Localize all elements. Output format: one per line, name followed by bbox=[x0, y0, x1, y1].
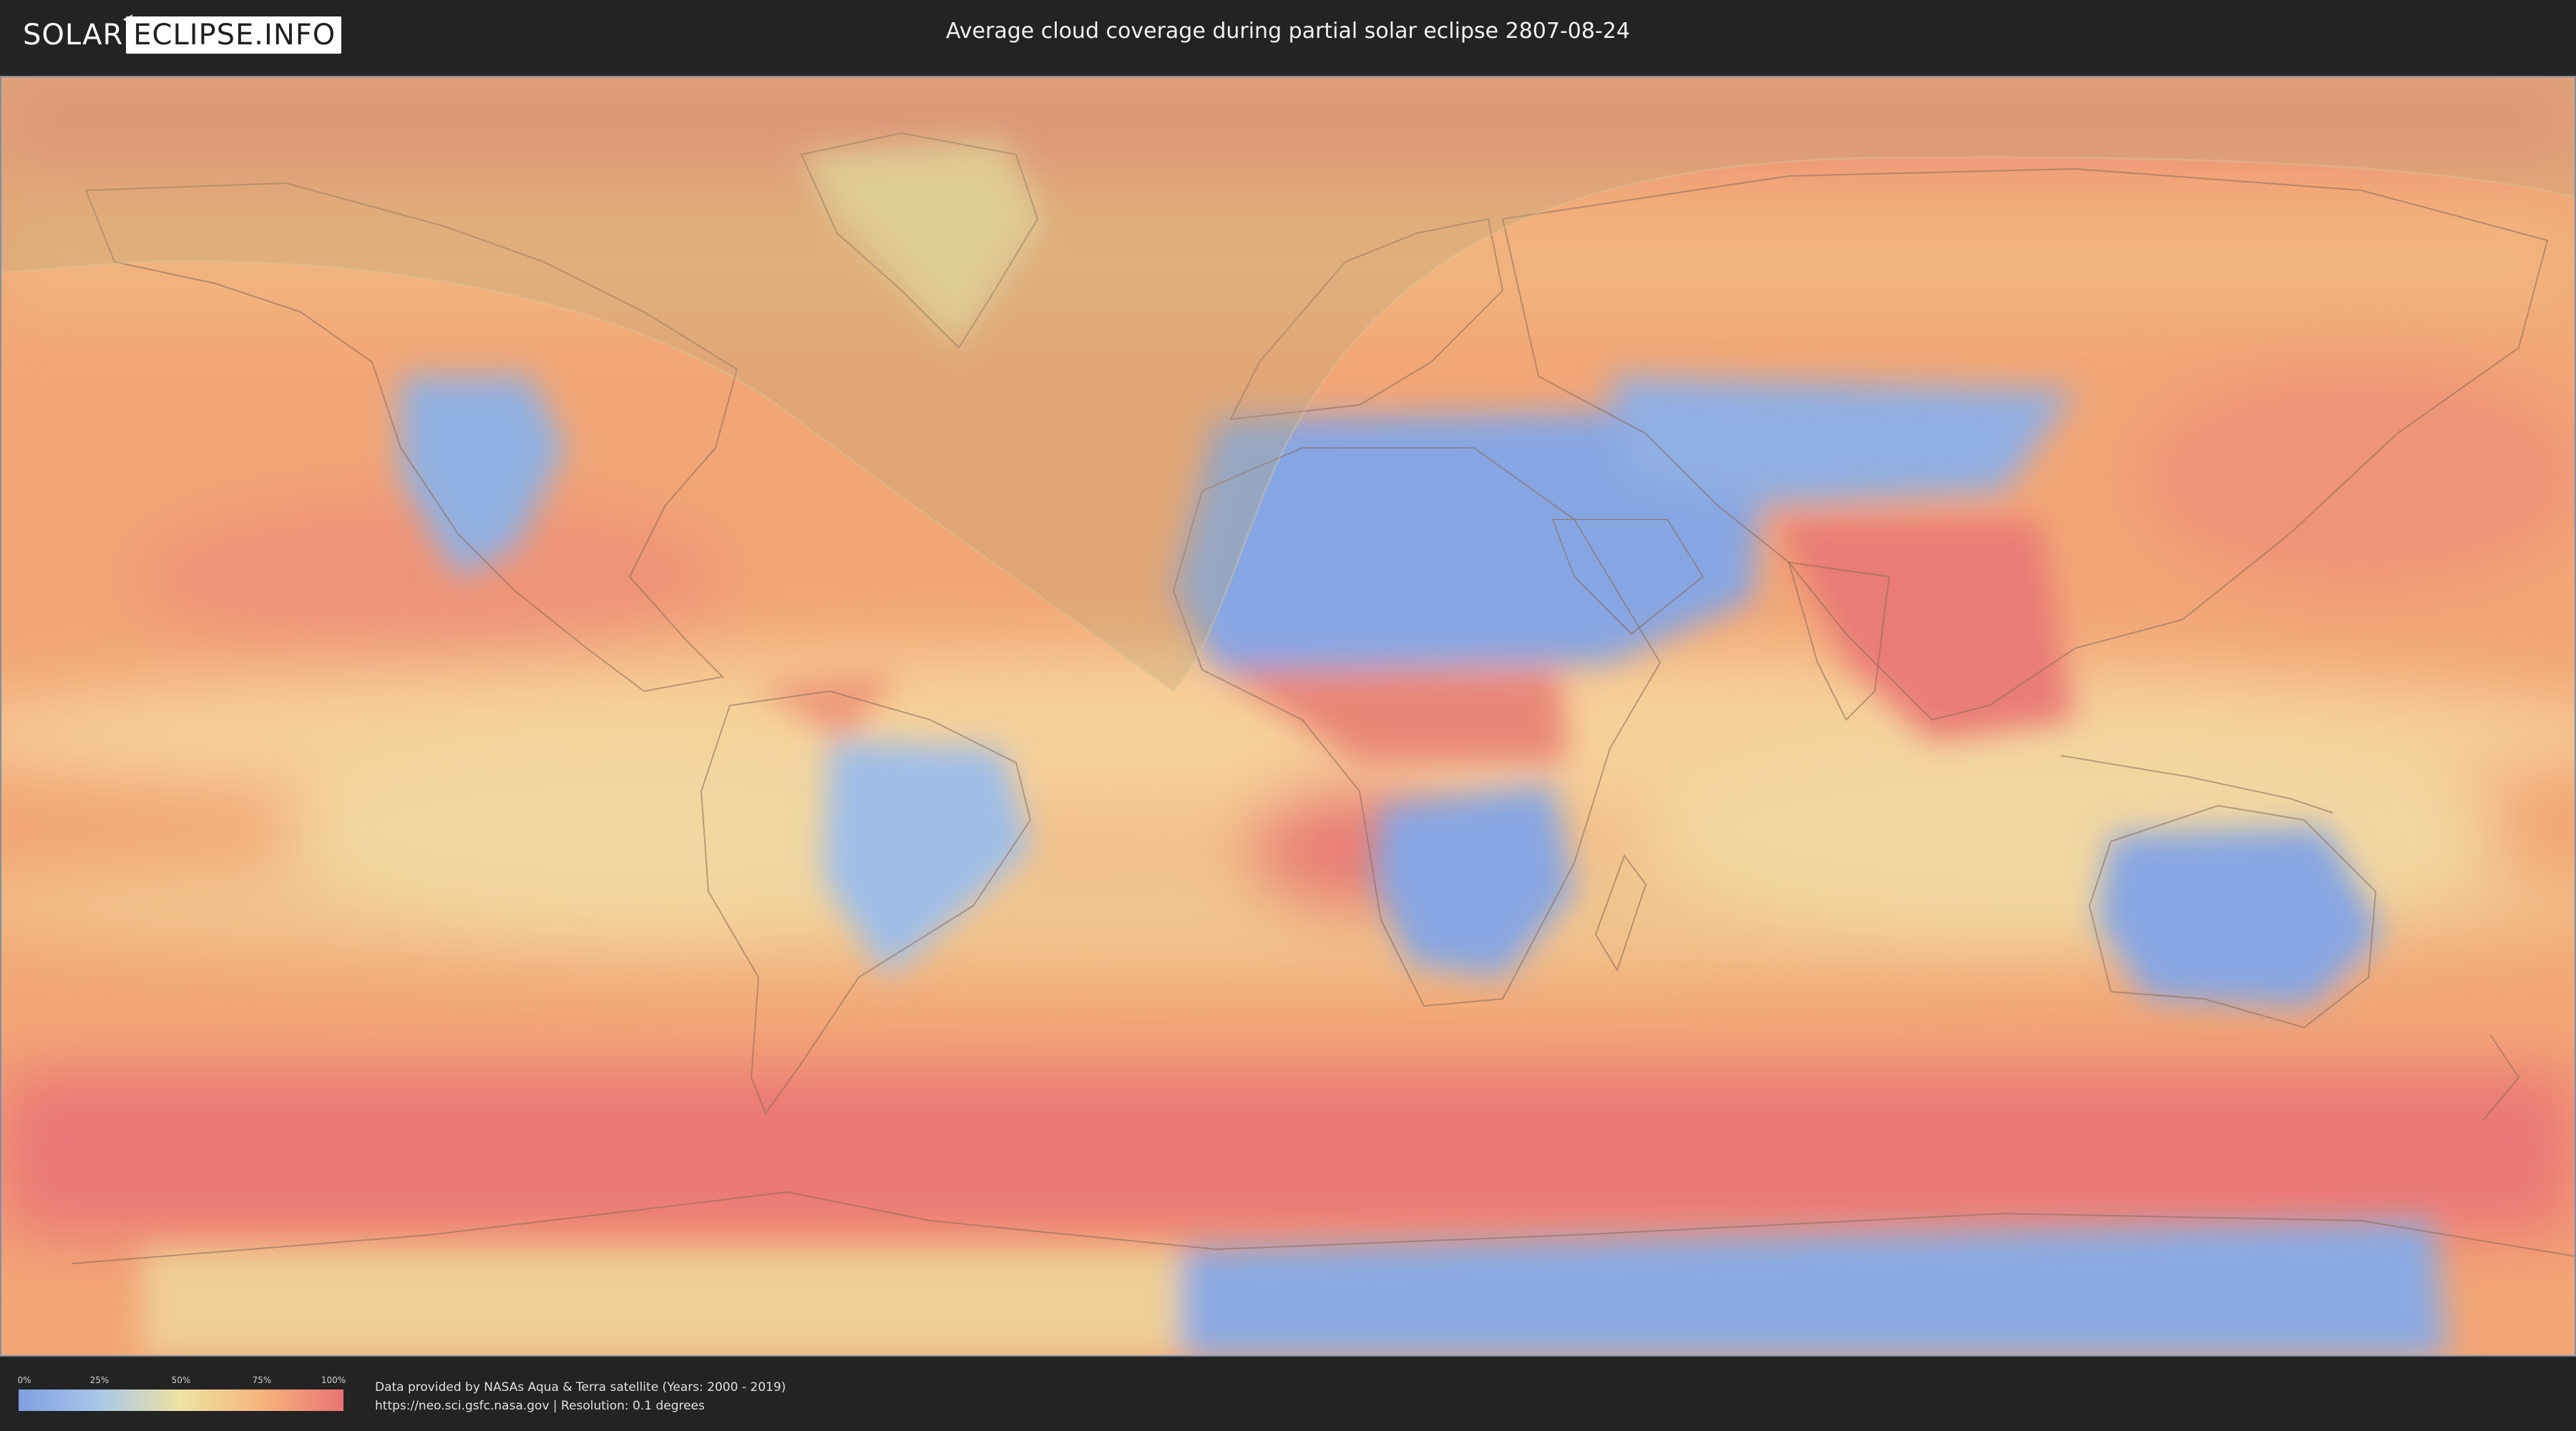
world-map-svg bbox=[0, 76, 2576, 1357]
legend-tick-50: 50% bbox=[171, 1375, 191, 1385]
legend-tick-100: 100% bbox=[321, 1375, 346, 1385]
legend-color-scale bbox=[19, 1390, 343, 1411]
page-title: Average cloud coverage during partial so… bbox=[946, 19, 1630, 44]
legend-ticks: 0% 25% 50% 75% 100% bbox=[17, 1375, 346, 1387]
header-bar: SOLAR ECLIPSE.INFO Average cloud coverag… bbox=[0, 0, 2576, 72]
legend-tick-75: 75% bbox=[252, 1375, 272, 1385]
cloud-coverage-legend: 0% 25% 50% 75% 100% bbox=[17, 1375, 346, 1411]
cloud-coverage-map[interactable] bbox=[0, 76, 2576, 1357]
credits-line-source: Data provided by NASAs Aqua & Terra sate… bbox=[375, 1380, 786, 1395]
legend-tick-25: 25% bbox=[89, 1375, 109, 1385]
credits-line-url[interactable]: https://neo.sci.gsfc.nasa.gov | Resoluti… bbox=[375, 1397, 786, 1415]
data-credits: Data provided by NASAs Aqua & Terra sate… bbox=[375, 1378, 786, 1415]
legend-tick-0: 0% bbox=[17, 1375, 31, 1385]
